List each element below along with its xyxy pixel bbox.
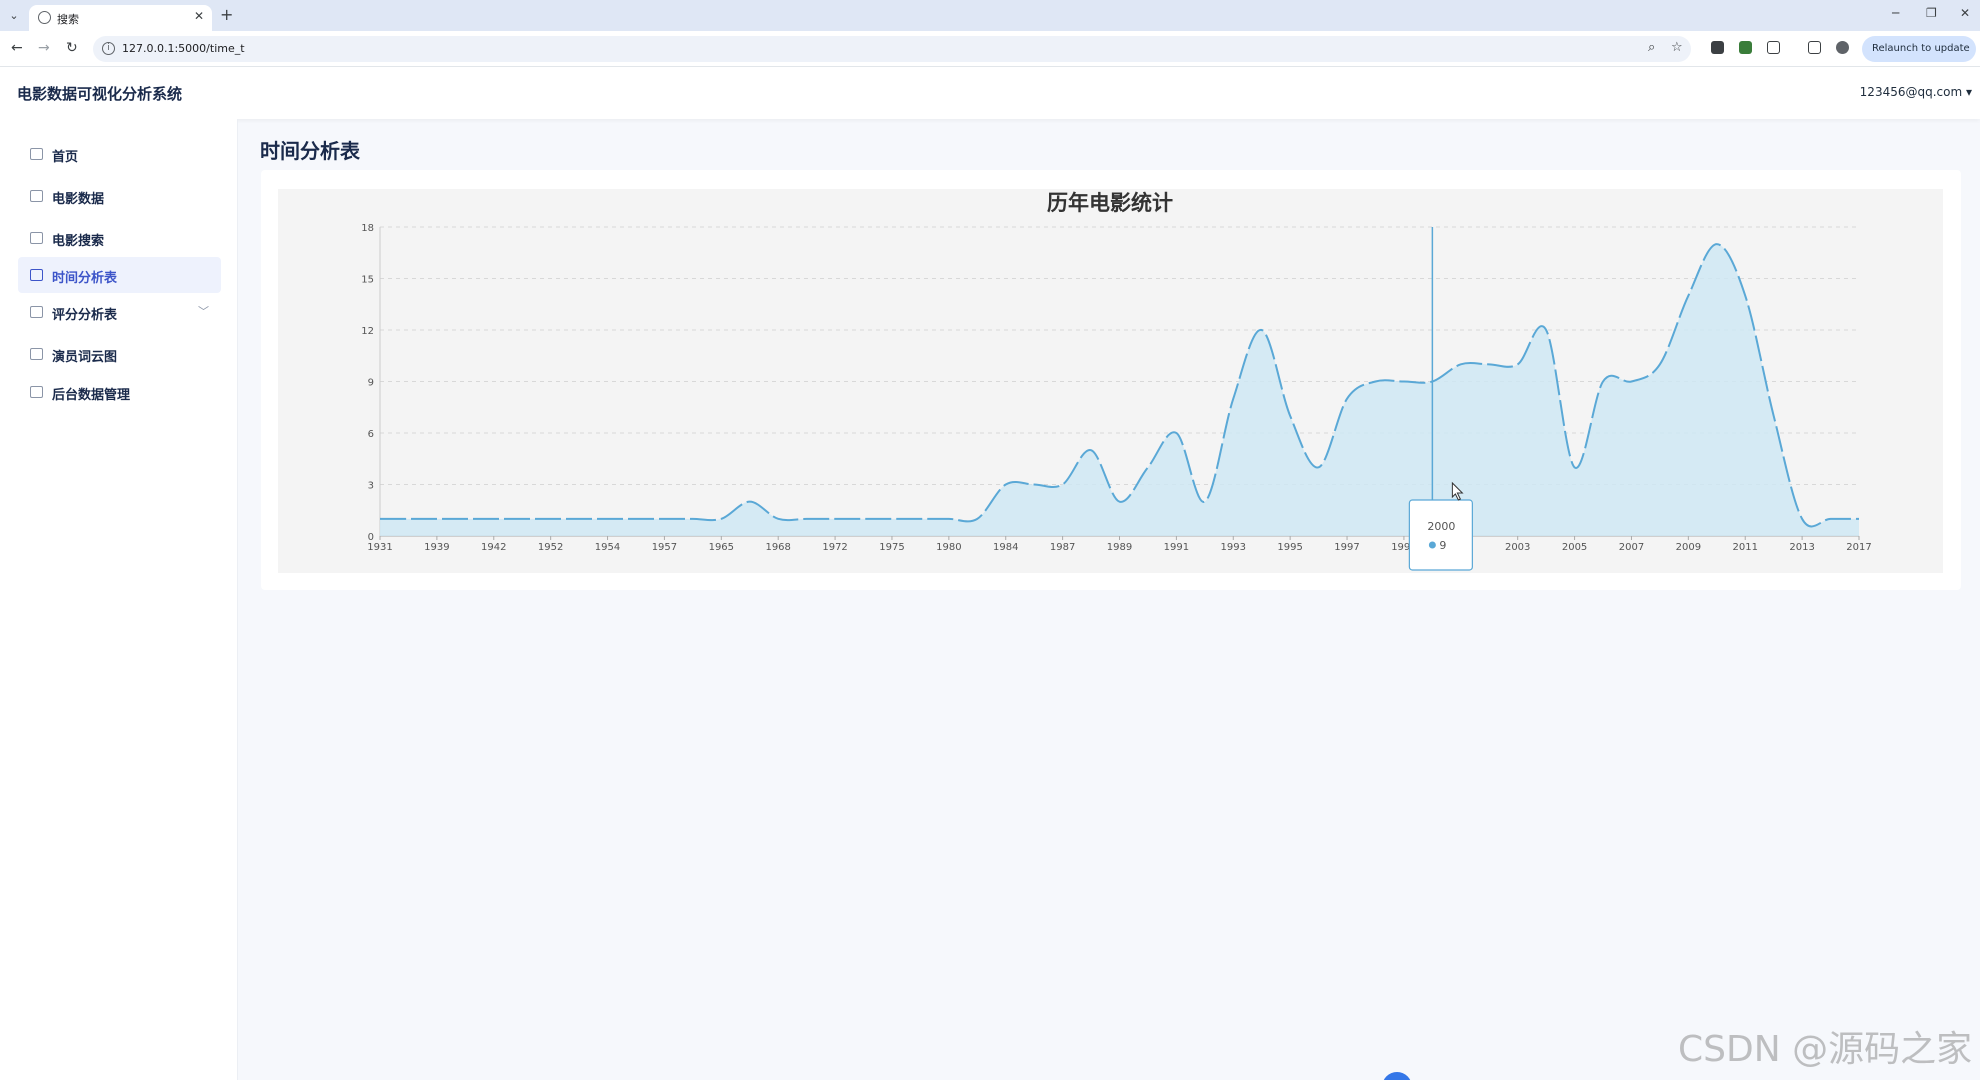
tooltip-box <box>1408 499 1473 571</box>
reload-icon[interactable]: ↻ <box>66 40 78 56</box>
browser-toolbar: ← → ↻ i 127.0.0.1:5000/time_t ⌕ ☆ Relaun… <box>0 31 1980 67</box>
y-tick-label: 12 <box>361 326 374 337</box>
sidebar-item-movie-data[interactable]: 电影数据 <box>18 178 221 214</box>
sidebar-item-label: 电影数据 <box>52 192 105 207</box>
browser-tab-bar: ⌄ 搜索 ✕ + ─ ❐ ✕ <box>0 0 1980 31</box>
sidebar-item-home[interactable]: 首页 <box>18 136 221 172</box>
x-tick-label: 1991 <box>1164 542 1189 553</box>
x-tick-label: 1987 <box>1050 542 1075 553</box>
x-tick-label: 2011 <box>1733 542 1758 553</box>
chart-title: 历年电影统计 <box>1047 191 1173 215</box>
x-tick-label: 1989 <box>1107 542 1132 553</box>
zoom-icon[interactable]: ⌕ <box>1648 40 1655 55</box>
globe-icon <box>38 11 51 24</box>
sidebar-item-rating-analysis[interactable]: 评分分析表 ﹀ <box>18 294 221 330</box>
app-header: 电影数据可视化分析系统 123456@qq.com ▾ <box>0 67 1980 119</box>
x-tick-label: 1931 <box>367 542 392 553</box>
sidebar-item-label: 首页 <box>52 150 79 165</box>
x-tick-label: 1965 <box>709 542 734 553</box>
sidebar-item-actor-wordcloud[interactable]: 演员词云图 <box>18 336 221 372</box>
sidebar-item-label: 电影搜索 <box>52 234 105 249</box>
x-tick-label: 2017 <box>1846 542 1871 553</box>
y-tick-label: 9 <box>368 378 374 389</box>
y-tick-label: 3 <box>368 481 374 492</box>
chart-container: 历年电影统计 0 3 6 9 12 15 18 1931 1939 1942 1952 1954 1957… <box>278 189 1943 573</box>
tooltip-value: 9 <box>1439 539 1446 552</box>
x-tick-label: 1984 <box>993 542 1018 553</box>
sidebar-item-label: 时间分析表 <box>52 271 118 286</box>
x-tick-label: 1993 <box>1221 542 1246 553</box>
app-title: 电影数据可视化分析系统 <box>17 85 183 103</box>
browser-tab[interactable]: 搜索 ✕ <box>29 5 212 31</box>
restore-icon[interactable]: ❐ <box>1926 6 1937 20</box>
url-text: 127.0.0.1:5000/time_t <box>122 42 245 55</box>
watermark: CSDN @源码之家 <box>1678 1029 1973 1070</box>
sidebar-item-movie-search[interactable]: 电影搜索 <box>18 220 221 256</box>
window-close-icon[interactable]: ✕ <box>1960 6 1970 20</box>
tab-list-icon[interactable]: ⌄ <box>6 8 22 24</box>
area-chart[interactable]: 历年电影统计03691215181931 1939 1942 1952 1954 1957… <box>278 189 1943 573</box>
x-tick-label: 1975 <box>879 542 904 553</box>
x-tick-label: 2003 <box>1505 542 1530 553</box>
bookmark-star-icon[interactable]: ☆ <box>1671 40 1683 55</box>
puzzle-icon[interactable] <box>1767 41 1780 54</box>
address-bar[interactable]: i 127.0.0.1:5000/time_t ⌕ ☆ <box>93 36 1691 62</box>
close-icon[interactable]: ✕ <box>194 9 204 23</box>
list-icon <box>30 232 43 244</box>
x-tick-label: 1995 <box>1277 542 1302 553</box>
list-icon <box>30 386 43 398</box>
user-menu[interactable]: 123456@qq.com ▾ <box>1860 85 1972 99</box>
x-tick-label: 1968 <box>765 542 790 553</box>
chevron-down-icon: ﹀ <box>198 305 209 318</box>
y-tick-label: 6 <box>368 429 374 440</box>
area-fill <box>380 244 1859 536</box>
site-info-icon[interactable]: i <box>102 42 115 55</box>
sidebar: 首页 电影数据 电影搜索 时间分析表 评分分析表 ﹀ 演员词云图 后台数据管理 <box>0 119 238 1080</box>
tooltip-year: 2000 <box>1427 520 1455 533</box>
document-icon <box>30 306 43 318</box>
extension-icon[interactable] <box>1711 41 1724 54</box>
sidebar-item-label: 演员词云图 <box>52 350 118 365</box>
x-tick-label: 1997 <box>1334 542 1359 553</box>
page-title: 时间分析表 <box>260 139 360 163</box>
x-tick-label: 2007 <box>1619 542 1644 553</box>
new-tab-icon[interactable]: + <box>220 5 233 24</box>
sidebar-item-time-analysis[interactable]: 时间分析表 <box>18 257 221 293</box>
x-tick-label: 1972 <box>822 542 847 553</box>
forward-icon[interactable]: → <box>38 40 50 56</box>
floating-button[interactable] <box>1382 1072 1412 1080</box>
relaunch-button[interactable]: Relaunch to update <box>1862 36 1976 62</box>
extension-icon[interactable] <box>1739 41 1752 54</box>
list-icon <box>30 269 43 281</box>
x-tick-label: 2013 <box>1789 542 1814 553</box>
sidebar-item-label: 评分分析表 <box>52 308 118 323</box>
x-tick-label: 1980 <box>936 542 961 553</box>
minimize-icon[interactable]: ─ <box>1892 6 1899 20</box>
x-tick-label: 1952 <box>538 542 563 553</box>
x-tick-label: 1942 <box>481 542 506 553</box>
x-tick-label: 1957 <box>652 542 677 553</box>
grid-icon <box>30 190 43 202</box>
x-tick-label: 1939 <box>424 542 449 553</box>
y-tick-label: 15 <box>361 275 374 286</box>
tab-title: 搜索 <box>57 13 79 26</box>
sidebar-item-label: 后台数据管理 <box>52 388 131 403</box>
x-tick-label: 2005 <box>1562 542 1587 553</box>
sidebar-item-admin-data[interactable]: 后台数据管理 <box>18 374 221 410</box>
grid-icon <box>30 148 43 160</box>
back-icon[interactable]: ← <box>11 40 23 56</box>
sidebar-icon[interactable] <box>1808 41 1821 54</box>
tooltip-marker <box>1428 541 1436 549</box>
x-tick-label: 2009 <box>1676 542 1701 553</box>
x-tick-label: 1954 <box>595 542 620 553</box>
y-tick-label: 18 <box>361 223 374 234</box>
list-icon <box>30 348 43 360</box>
profile-icon[interactable] <box>1836 41 1849 54</box>
